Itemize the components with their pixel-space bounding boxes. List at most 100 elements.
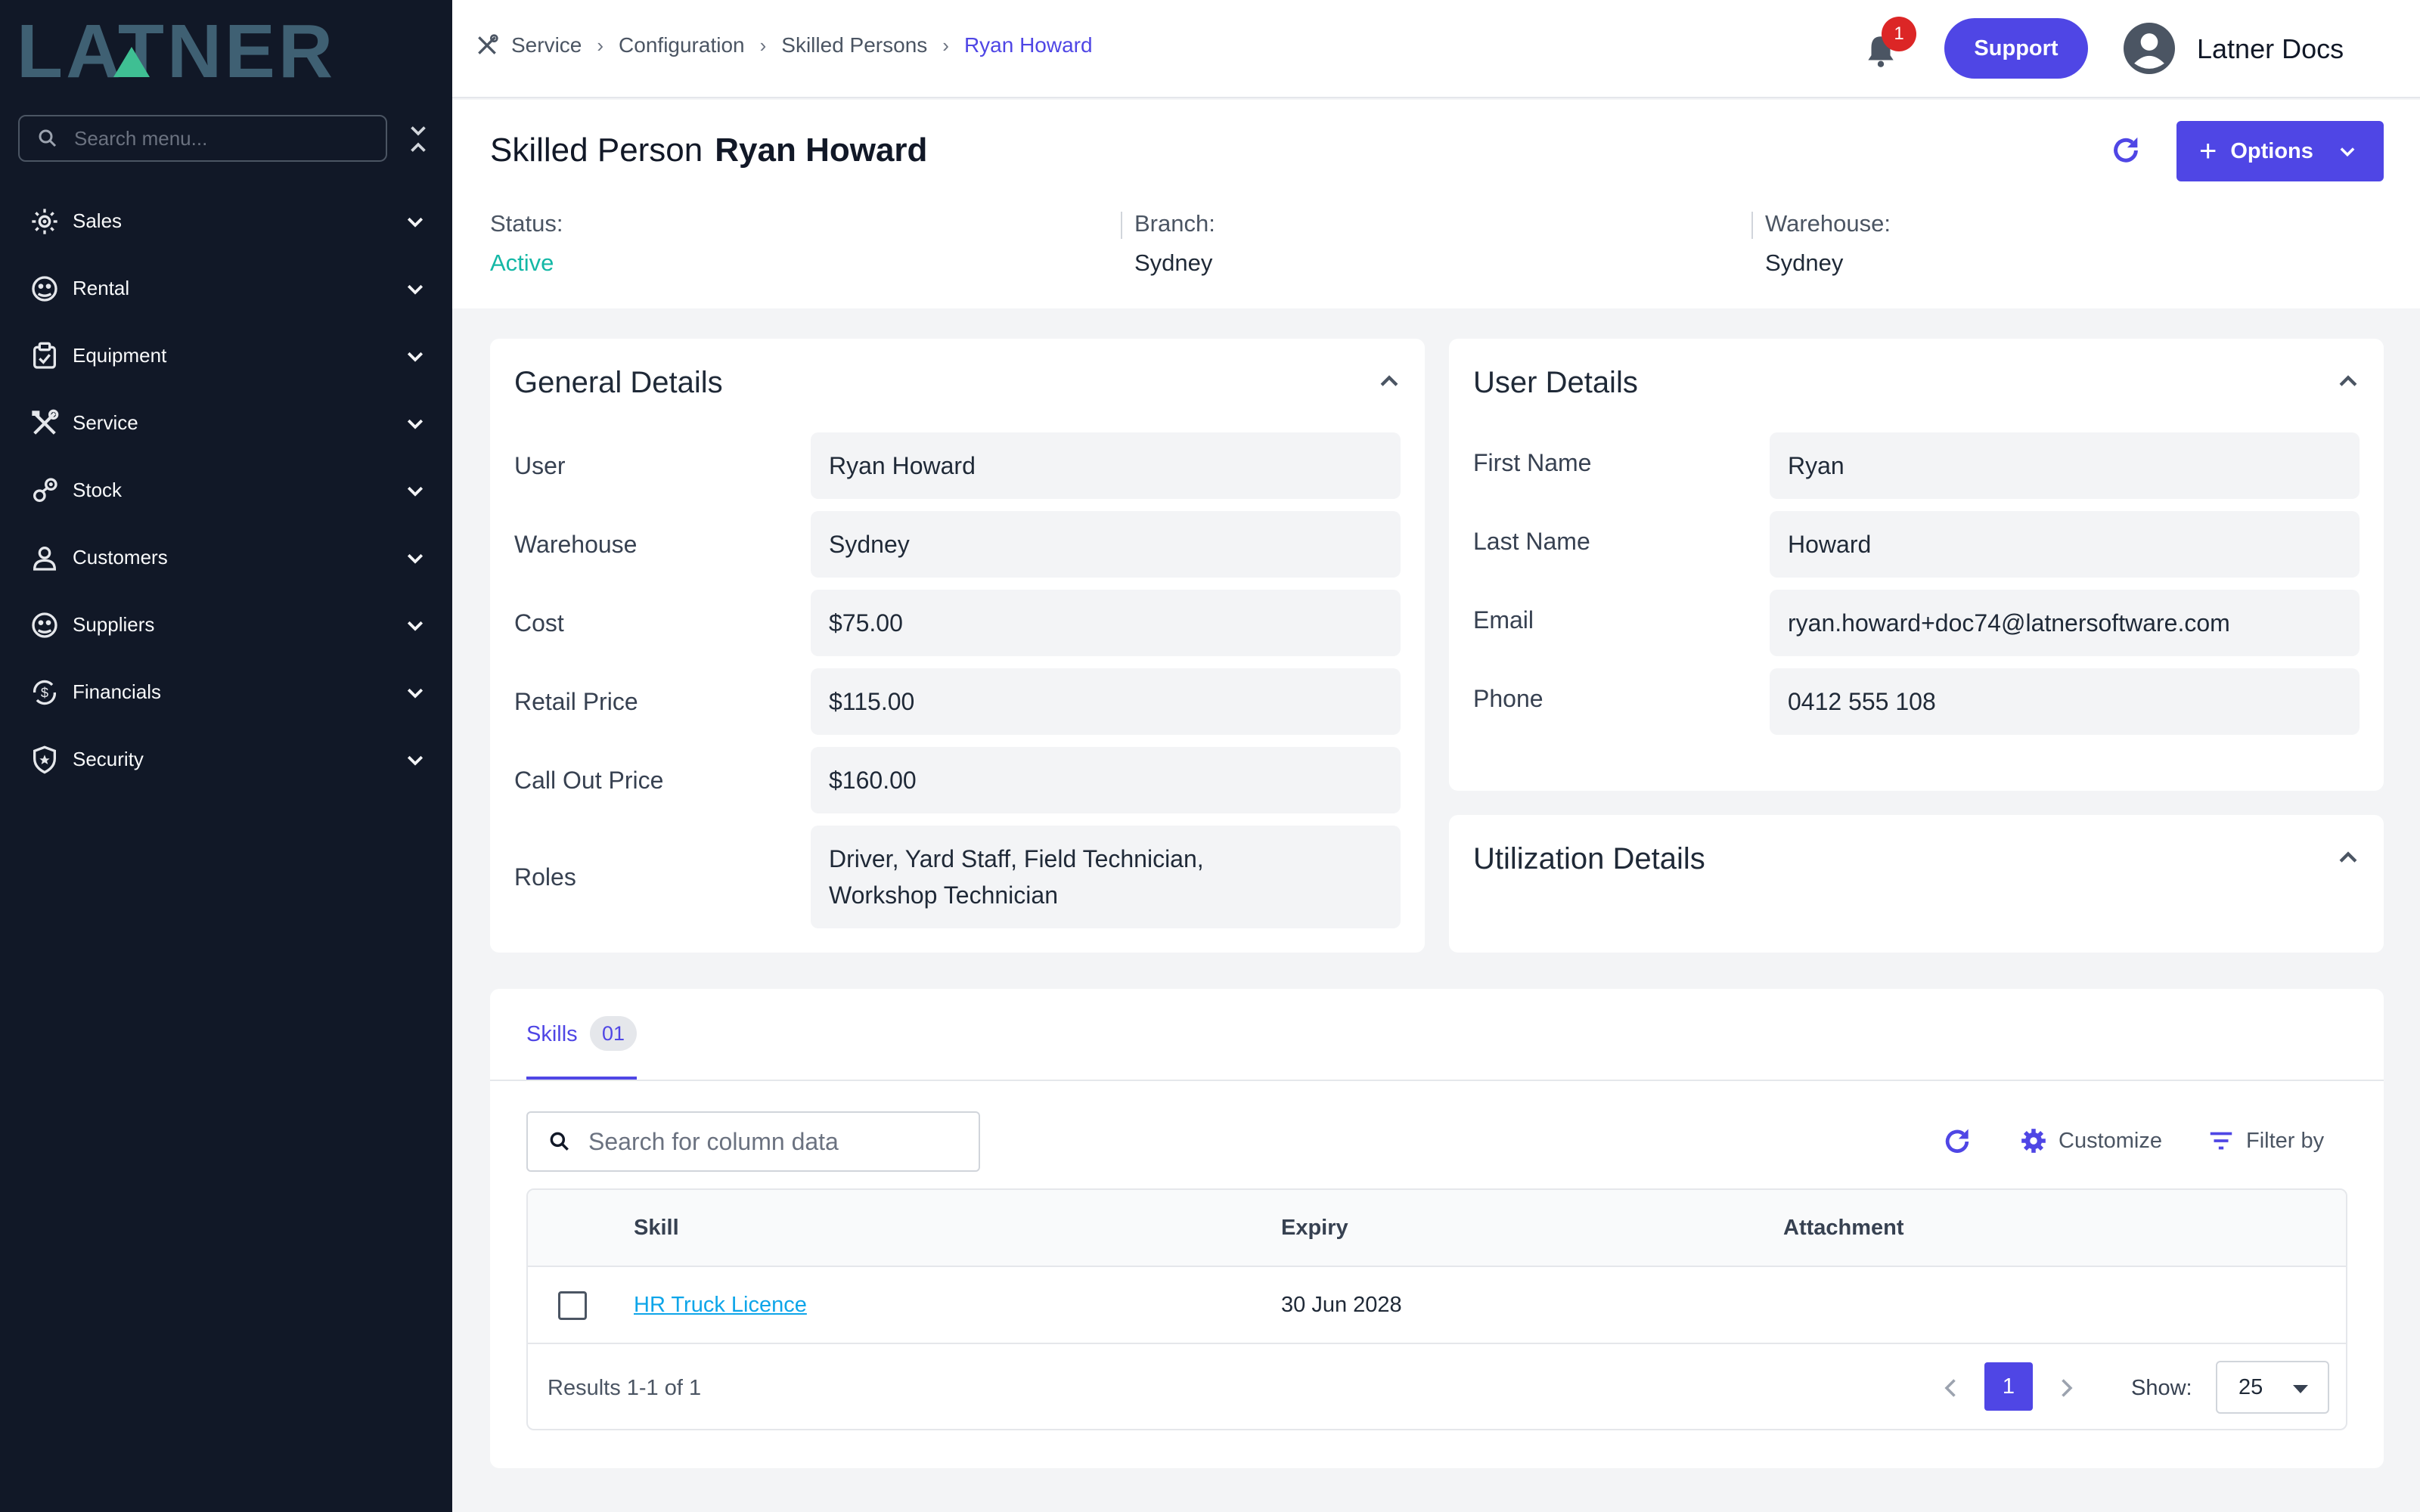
- column-header-attachment[interactable]: Attachment: [1783, 1216, 1904, 1241]
- search-icon: [550, 1132, 569, 1151]
- sidebar-item-suppliers[interactable]: Suppliers: [0, 591, 452, 658]
- phone-field[interactable]: 0412 555 108: [1770, 668, 2360, 735]
- table-footer: Results 1-1 of 1 1 Show: 25: [528, 1344, 2346, 1429]
- filter-icon: [2210, 1132, 2232, 1150]
- status-label: Status:: [490, 210, 563, 237]
- sidebar-item-equipment[interactable]: Equipment: [0, 322, 452, 389]
- call-out-price-label: Call Out Price: [514, 767, 664, 794]
- support-button[interactable]: Support: [1944, 18, 2088, 79]
- results-count: Results 1-1 of 1: [548, 1376, 702, 1400]
- page-size-select[interactable]: 25: [2216, 1361, 2329, 1414]
- record-header: Skilled Person Ryan Howard + Options Stat…: [452, 100, 2420, 308]
- status-stat: Status: Active: [490, 210, 563, 277]
- page-button-current[interactable]: 1: [1984, 1362, 2033, 1411]
- table-row[interactable]: HR Truck Licence 30 Jun 2028: [528, 1267, 2346, 1344]
- cost-label: Cost: [514, 609, 564, 637]
- sidebar-item-customers[interactable]: Customers: [0, 524, 452, 591]
- roles-field[interactable]: Driver, Yard Staff, Field Technician, Wo…: [811, 826, 1401, 928]
- chevron-up-icon[interactable]: [1376, 369, 1402, 395]
- divider: [490, 1080, 2384, 1081]
- divider: [1751, 212, 1753, 239]
- column-search-input[interactable]: Search for column data: [526, 1111, 980, 1172]
- breadcrumb-configuration[interactable]: Configuration: [619, 33, 745, 57]
- chevron-up-icon[interactable]: [2335, 369, 2361, 395]
- avatar[interactable]: [2124, 23, 2175, 74]
- first-name-field[interactable]: Ryan: [1770, 432, 2360, 499]
- stock-icon: [33, 477, 57, 502]
- sidebar-item-stock[interactable]: Stock: [0, 457, 452, 524]
- menu-search-placeholder: Search menu...: [74, 126, 208, 150]
- retail-price-label: Retail Price: [514, 688, 638, 715]
- service-icon: [478, 34, 498, 54]
- chevron-up-icon[interactable]: [2335, 845, 2361, 871]
- collapse-sidebar-icon[interactable]: [405, 122, 431, 156]
- tab-skills[interactable]: Skills: [526, 1022, 578, 1047]
- page-title: Skilled Person Ryan Howard: [490, 132, 927, 169]
- skills-table: Skill Expiry Attachment HR Truck Licence…: [526, 1188, 2347, 1430]
- breadcrumb-service[interactable]: Service: [511, 33, 582, 57]
- options-button[interactable]: + Options: [2176, 121, 2384, 181]
- page-size-value: 25: [2238, 1374, 2263, 1399]
- chevron-left-icon[interactable]: [1938, 1374, 1965, 1402]
- latner-logo[interactable]: LATNER: [17, 17, 425, 82]
- user-field[interactable]: Ryan Howard: [811, 432, 1401, 499]
- cost-field[interactable]: $75.00: [811, 590, 1401, 656]
- sidebar-item-financials[interactable]: $ Financials: [0, 658, 452, 726]
- sidebar-item-label: Customers: [73, 546, 168, 569]
- user-name[interactable]: Latner Docs: [2197, 33, 2344, 65]
- chevron-down-icon: [407, 486, 424, 497]
- customers-icon: [33, 546, 57, 571]
- expiry-cell: 30 Jun 2028: [1281, 1293, 1402, 1317]
- column-header-skill[interactable]: Skill: [634, 1216, 679, 1241]
- email-field[interactable]: ryan.howard+doc74@latnersoftware.com: [1770, 590, 2360, 656]
- sidebar-item-label: Equipment: [73, 344, 167, 367]
- menu-search-input[interactable]: Search menu...: [18, 115, 387, 162]
- sidebar-item-rental[interactable]: Rental: [0, 255, 452, 322]
- customize-button[interactable]: Customize: [2019, 1126, 2162, 1155]
- general-details-card: General Details User Ryan Howard Warehou…: [490, 339, 1425, 953]
- column-header-expiry[interactable]: Expiry: [1281, 1216, 1348, 1241]
- chevron-down-icon: [407, 553, 424, 564]
- sidebar-item-security[interactable]: Security: [0, 726, 452, 793]
- status-badge: Active: [490, 249, 554, 276]
- sidebar-item-sales[interactable]: Sales: [0, 187, 452, 255]
- chevron-down-icon: [407, 419, 424, 429]
- sidebar-item-service[interactable]: Service: [0, 389, 452, 457]
- sales-icon: [32, 208, 57, 234]
- sidebar-item-label: Security: [73, 748, 144, 770]
- last-name-field[interactable]: Howard: [1770, 511, 2360, 578]
- filter-button[interactable]: Filter by: [2207, 1126, 2324, 1155]
- sidebar-item-label: Stock: [73, 479, 123, 501]
- refresh-icon[interactable]: [2108, 133, 2143, 168]
- row-checkbox[interactable]: [558, 1291, 587, 1320]
- retail-price-field[interactable]: $115.00: [811, 668, 1401, 735]
- equipment-icon: [33, 342, 56, 369]
- chevron-down-icon: [407, 352, 424, 362]
- branch-label: Branch:: [1134, 210, 1215, 237]
- chevron-down-icon: [407, 621, 424, 631]
- chevron-down-icon: [407, 688, 424, 699]
- chevron-right-icon[interactable]: [2052, 1374, 2080, 1402]
- suppliers-icon: [32, 612, 57, 638]
- breadcrumb-separator: ›: [942, 33, 949, 57]
- gear-icon: [2021, 1129, 2046, 1153]
- warehouse-stat: Warehouse: Sydney: [1765, 210, 1891, 277]
- skill-link[interactable]: HR Truck Licence: [634, 1293, 807, 1318]
- warehouse-value: Sydney: [1765, 249, 1844, 276]
- breadcrumb-skilled-persons[interactable]: Skilled Persons: [781, 33, 927, 57]
- call-out-price-field[interactable]: $160.00: [811, 747, 1401, 813]
- rental-icon: [32, 275, 57, 302]
- chevron-down-icon: [407, 217, 424, 228]
- chevron-down-icon: [2340, 147, 2355, 157]
- financials-icon: $: [33, 680, 57, 705]
- page-title-prefix: Skilled Person: [490, 132, 703, 169]
- caret-down-icon: [2293, 1385, 2308, 1393]
- shield-icon: [33, 745, 56, 774]
- sidebar-nav: Sales Rental Equipment Service Stock Cus…: [0, 187, 452, 793]
- refresh-icon[interactable]: [1941, 1125, 1974, 1158]
- sidebar-item-label: Service: [73, 411, 138, 434]
- sidebar: LATNER Search menu... Sales Rental Equip…: [0, 0, 452, 1512]
- chevron-down-icon: [407, 755, 424, 766]
- warehouse-field[interactable]: Sydney: [811, 511, 1401, 578]
- sidebar-item-label: Financials: [73, 680, 162, 703]
